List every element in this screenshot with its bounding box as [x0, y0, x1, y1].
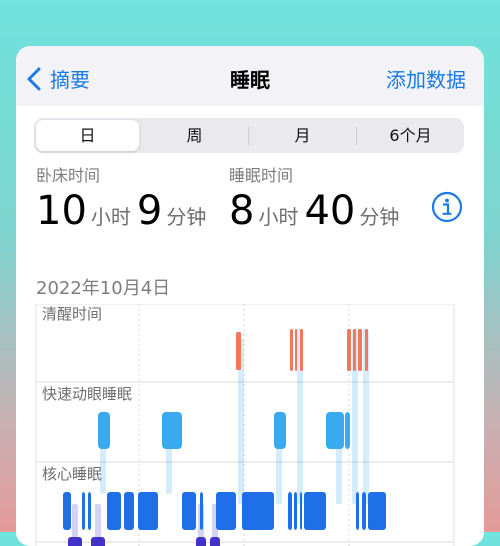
awake-segment — [365, 329, 368, 371]
in-bed-stat: 卧床时间 10 小时 9 分钟 — [36, 162, 212, 234]
core-segment — [242, 492, 274, 530]
rem-segment — [98, 412, 110, 449]
core-segment — [216, 492, 236, 530]
info-icon[interactable] — [430, 190, 464, 224]
segment-divider — [356, 126, 357, 145]
core-segment — [300, 492, 302, 530]
deep-segment — [68, 537, 82, 546]
awake-segment — [353, 329, 356, 371]
rem-segment — [326, 412, 344, 449]
awake-segment — [295, 329, 297, 371]
in-bed-label: 卧床时间 — [36, 166, 101, 185]
core-segment — [362, 492, 366, 530]
asleep-hours-unit: 小时 — [258, 205, 299, 229]
sleep-card: 摘要 睡眠 添加数据 日 周 月 6个月 卧床时间 10 小时 9 分钟 睡眠时间 8… — [16, 46, 484, 546]
deep-segment — [210, 537, 220, 546]
core-segment — [182, 492, 196, 530]
rem-segment — [274, 412, 286, 449]
segment-six-months[interactable]: 6个月 — [359, 120, 462, 151]
segment-day[interactable]: 日 — [36, 120, 139, 151]
core-segment — [124, 492, 134, 530]
content-area: 日 周 月 6个月 卧床时间 10 小时 9 分钟 睡眠时间 8 小时 40 分钟 2022… — [16, 106, 484, 546]
stage-label-2: 核心睡眠 — [42, 465, 102, 483]
awake-segment — [236, 332, 241, 370]
asleep-value: 8 小时 40 分钟 — [229, 188, 405, 234]
stage-label-1: 快速动眼睡眠 — [42, 385, 132, 403]
segment-month[interactable]: 月 — [251, 120, 354, 151]
in-bed-minutes: 9 — [136, 188, 163, 234]
core-segment — [82, 492, 85, 530]
awake-segment — [290, 329, 293, 371]
core-segment — [107, 492, 121, 530]
navigation-bar: 摘要 睡眠 添加数据 — [16, 46, 484, 106]
in-bed-hours-unit: 小时 — [90, 205, 131, 229]
core-segment — [138, 492, 158, 530]
core-segment — [88, 492, 91, 530]
asleep-minutes: 40 — [304, 188, 356, 234]
awake-segment — [347, 329, 351, 371]
core-segment — [368, 492, 386, 530]
segment-week[interactable]: 周 — [143, 120, 246, 151]
segment-divider — [248, 126, 249, 145]
in-bed-minutes-unit: 分钟 — [166, 205, 207, 229]
asleep-minutes-unit: 分钟 — [359, 205, 400, 229]
core-segment — [288, 492, 292, 530]
in-bed-value: 10 小时 9 分钟 — [36, 188, 212, 234]
in-bed-hours: 10 — [36, 188, 87, 234]
core-segment — [63, 492, 71, 530]
date-label: 2022年10月4日 — [36, 278, 171, 299]
awake-segment — [358, 329, 362, 371]
add-data-button[interactable]: 添加数据 — [386, 64, 466, 93]
rem-segment — [345, 412, 350, 449]
deep-segment — [91, 537, 105, 546]
deep-segment — [196, 537, 206, 546]
core-segment — [356, 492, 359, 530]
core-segment — [200, 492, 203, 530]
rem-segment — [162, 412, 182, 449]
asleep-stat: 睡眠时间 8 小时 40 分钟 — [229, 162, 405, 234]
sleep-stages-chart: 清醒时间快速动眼睡眠核心睡眠 — [35, 304, 455, 546]
stage-label-0: 清醒时间 — [42, 305, 102, 323]
core-segment — [294, 492, 297, 530]
period-segmented-control: 日 周 月 6个月 — [34, 118, 464, 153]
asleep-label: 睡眠时间 — [229, 166, 294, 185]
awake-segment — [300, 329, 303, 371]
asleep-hours: 8 — [229, 188, 255, 234]
core-segment — [304, 492, 326, 530]
